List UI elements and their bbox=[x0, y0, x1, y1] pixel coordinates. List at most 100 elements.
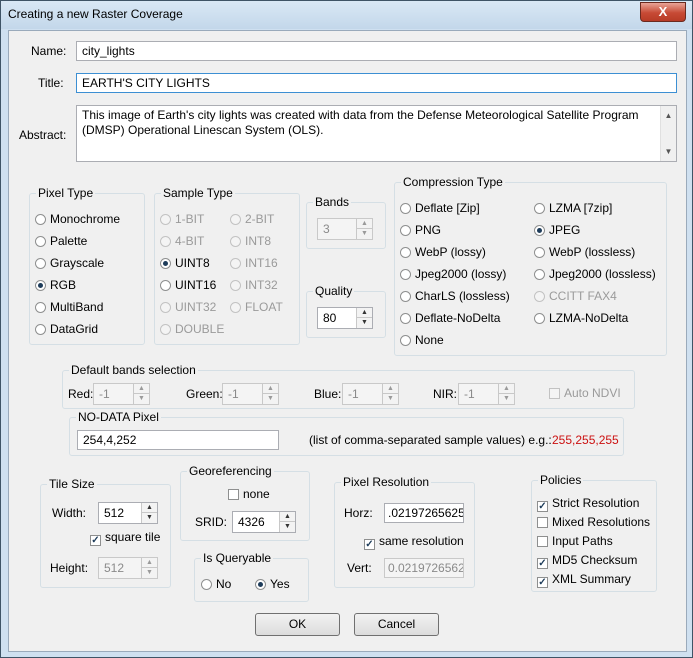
close-button[interactable]: X bbox=[640, 2, 686, 22]
spin-down-icon[interactable]: ▼ bbox=[357, 229, 372, 239]
same-resolution-checkbox[interactable]: ✓ same resolution bbox=[364, 534, 464, 550]
sample-type-double[interactable]: DOUBLE bbox=[160, 322, 224, 336]
compression-caption: Compression Type bbox=[401, 175, 505, 189]
pixel-type-datagrid[interactable]: DataGrid bbox=[35, 322, 98, 336]
spin-down-icon[interactable]: ▼ bbox=[263, 394, 278, 404]
spin-up-icon[interactable]: ▲ bbox=[280, 512, 295, 522]
spin-up-icon[interactable]: ▲ bbox=[357, 219, 372, 229]
radio-icon bbox=[400, 313, 411, 324]
green-band-spinner[interactable]: -1 ▲ ▼ bbox=[222, 383, 279, 405]
policy-strict-resolution[interactable]: ✓ Strict Resolution bbox=[537, 496, 639, 512]
nodata-input[interactable]: 254,4,252 bbox=[77, 430, 279, 450]
queryable-yes-radio[interactable]: Yes bbox=[255, 577, 290, 591]
dialog-body: Name: city_lights Title: EARTH'S CITY LI… bbox=[8, 30, 687, 652]
spin-up-icon[interactable]: ▲ bbox=[134, 384, 149, 394]
spin-up-icon[interactable]: ▲ bbox=[499, 384, 514, 394]
auto-ndvi-checkbox[interactable]: Auto NDVI bbox=[549, 386, 621, 400]
bands-group: Bands 3 ▲ ▼ bbox=[306, 195, 386, 249]
tile-size-group: Tile Size Width: 512 ▲ ▼ ✓ square tile Hei… bbox=[40, 477, 171, 588]
spin-up-icon[interactable]: ▲ bbox=[142, 558, 157, 568]
square-tile-checkbox[interactable]: ✓ square tile bbox=[90, 530, 160, 546]
compression-webp-lossless[interactable]: WebP (lossless) bbox=[534, 245, 635, 259]
ok-button[interactable]: OK bbox=[255, 613, 340, 636]
compression-ccitt-fax4[interactable]: CCITT FAX4 bbox=[534, 289, 617, 303]
policy-md5-checksum[interactable]: ✓ MD5 Checksum bbox=[537, 553, 637, 569]
abstract-scrollbar[interactable]: ▲ ▼ bbox=[660, 106, 676, 161]
red-band-spinner[interactable]: -1 ▲ ▼ bbox=[93, 383, 150, 405]
compression-jpeg[interactable]: JPEG bbox=[534, 223, 580, 237]
nodata-caption: NO-DATA Pixel bbox=[76, 410, 161, 424]
spin-up-icon[interactable]: ▲ bbox=[357, 308, 372, 318]
compression-png[interactable]: PNG bbox=[400, 223, 441, 237]
spin-down-icon[interactable]: ▼ bbox=[142, 568, 157, 578]
spin-down-icon[interactable]: ▼ bbox=[499, 394, 514, 404]
sample-type-int32[interactable]: INT32 bbox=[230, 278, 278, 292]
spin-up-icon[interactable]: ▲ bbox=[383, 384, 398, 394]
compression-none[interactable]: None bbox=[400, 333, 444, 347]
compression-jpeg2000-lossy[interactable]: Jpeg2000 (lossy) bbox=[400, 267, 506, 281]
sample-type-int8[interactable]: INT8 bbox=[230, 234, 271, 248]
compression-deflate[interactable]: Deflate [Zip] bbox=[400, 201, 480, 215]
sample-type-uint32[interactable]: UINT32 bbox=[160, 300, 216, 314]
radio-icon bbox=[35, 302, 46, 313]
compression-jpeg2000-lossless[interactable]: Jpeg2000 (lossless) bbox=[534, 267, 656, 281]
queryable-no-radio[interactable]: No bbox=[201, 577, 231, 591]
title-bar[interactable]: Creating a new Raster Coverage X bbox=[1, 1, 692, 29]
spin-down-icon[interactable]: ▼ bbox=[357, 318, 372, 328]
sample-type-int16[interactable]: INT16 bbox=[230, 256, 278, 270]
policy-mixed-resolutions[interactable]: Mixed Resolutions bbox=[537, 515, 650, 529]
sample-type-float[interactable]: FLOAT bbox=[230, 300, 283, 314]
pixel-type-multiband[interactable]: MultiBand bbox=[35, 300, 103, 314]
abstract-textarea[interactable]: This image of Earth's city lights was cr… bbox=[76, 105, 677, 162]
policy-input-paths[interactable]: Input Paths bbox=[537, 534, 613, 548]
tile-width-spinner[interactable]: 512 ▲ ▼ bbox=[98, 502, 158, 524]
radio-icon bbox=[534, 269, 545, 280]
scroll-up-icon[interactable]: ▲ bbox=[661, 108, 676, 123]
radio-icon bbox=[230, 214, 241, 225]
vert-resolution-input[interactable]: 0.02197265625 bbox=[384, 558, 464, 578]
spin-down-icon[interactable]: ▼ bbox=[142, 513, 157, 523]
spin-up-icon[interactable]: ▲ bbox=[142, 503, 157, 513]
sample-type-4bit[interactable]: 4-BIT bbox=[160, 234, 204, 248]
horz-resolution-input[interactable]: .02197265625 bbox=[384, 503, 464, 523]
bands-spinner[interactable]: 3 ▲ ▼ bbox=[317, 218, 373, 240]
pixel-type-palette[interactable]: Palette bbox=[35, 234, 87, 248]
abstract-label: Abstract: bbox=[19, 128, 67, 142]
scroll-down-icon[interactable]: ▼ bbox=[661, 144, 676, 159]
compression-deflate-nodelta[interactable]: Deflate-NoDelta bbox=[400, 311, 500, 325]
checkmark-icon: ✓ bbox=[537, 501, 548, 512]
policy-xml-summary[interactable]: ✓ XML Summary bbox=[537, 572, 631, 588]
radio-icon bbox=[230, 258, 241, 269]
pixel-type-monochrome[interactable]: Monochrome bbox=[35, 212, 120, 226]
title-input[interactable]: EARTH'S CITY LIGHTS bbox=[76, 73, 677, 93]
blue-band-spinner[interactable]: -1 ▲ ▼ bbox=[342, 383, 399, 405]
radio-selected-icon bbox=[534, 225, 545, 236]
spin-down-icon[interactable]: ▼ bbox=[134, 394, 149, 404]
compression-webp-lossy[interactable]: WebP (lossy) bbox=[400, 245, 486, 259]
quality-spinner[interactable]: 80 ▲ ▼ bbox=[317, 307, 373, 329]
tile-width-value: 512 bbox=[104, 506, 125, 520]
checkmark-icon: ✓ bbox=[537, 558, 548, 569]
compression-lzma-nodelta[interactable]: LZMA-NoDelta bbox=[534, 311, 628, 325]
georef-none-checkbox[interactable]: none bbox=[228, 487, 270, 501]
name-input[interactable]: city_lights bbox=[76, 41, 677, 61]
nir-band-spinner[interactable]: -1 ▲ ▼ bbox=[458, 383, 515, 405]
sample-type-2bit[interactable]: 2-BIT bbox=[230, 212, 274, 226]
sample-type-1bit[interactable]: 1-BIT bbox=[160, 212, 204, 226]
cancel-button[interactable]: Cancel bbox=[354, 613, 439, 636]
pixel-type-grayscale[interactable]: Grayscale bbox=[35, 256, 104, 270]
radio-icon bbox=[534, 313, 545, 324]
sample-type-uint8[interactable]: UINT8 bbox=[160, 256, 210, 270]
sample-type-uint16[interactable]: UINT16 bbox=[160, 278, 216, 292]
spin-up-icon[interactable]: ▲ bbox=[263, 384, 278, 394]
compression-lzma[interactable]: LZMA [7zip] bbox=[534, 201, 612, 215]
radio-icon bbox=[400, 203, 411, 214]
srid-spinner[interactable]: 4326 ▲ ▼ bbox=[232, 511, 296, 533]
spin-down-icon[interactable]: ▼ bbox=[280, 522, 295, 532]
compression-charls[interactable]: CharLS (lossless) bbox=[400, 289, 510, 303]
sample-type-caption: Sample Type bbox=[161, 186, 235, 200]
pixel-type-rgb[interactable]: RGB bbox=[35, 278, 76, 292]
spin-down-icon[interactable]: ▼ bbox=[383, 394, 398, 404]
radio-icon bbox=[400, 225, 411, 236]
tile-height-spinner[interactable]: 512 ▲ ▼ bbox=[98, 557, 158, 579]
